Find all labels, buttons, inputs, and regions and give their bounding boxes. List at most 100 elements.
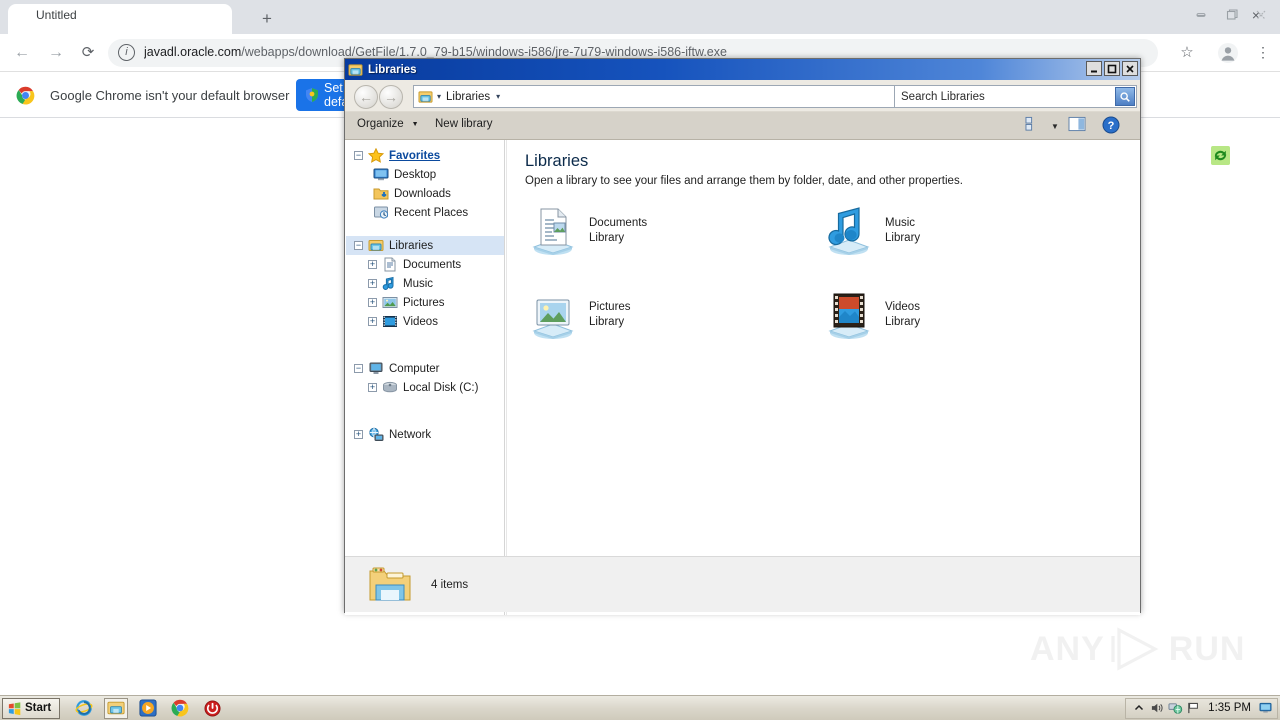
expander-icon[interactable]: + (368, 383, 377, 392)
library-content-pane: Libraries Open a library to see your fil… (506, 140, 1139, 615)
clock[interactable]: 1:35 PM (1208, 702, 1251, 714)
library-item-label: Pictures Library (589, 300, 631, 330)
expander-icon[interactable]: + (368, 279, 377, 288)
explorer-search-box[interactable]: Search Libraries (894, 85, 1137, 108)
chrome-menu-icon[interactable]: ⋮ (1252, 42, 1274, 64)
tree-item-videos[interactable]: + Videos (346, 312, 504, 331)
explorer-body: − Favorites Desktop Downloads Recent Pla… (345, 140, 1140, 615)
infobar-message: Google Chrome isn't your default browser (50, 88, 290, 103)
refresh-icon[interactable] (1211, 146, 1230, 165)
tree-item-libraries[interactable]: − Libraries (346, 236, 504, 255)
music-library-icon (821, 203, 877, 259)
videos-icon (382, 314, 398, 329)
maximize-icon[interactable] (1216, 2, 1246, 28)
library-item-label: Videos Library (885, 300, 920, 330)
help-button[interactable]: ? (1102, 116, 1120, 134)
chrome-logo-icon (16, 86, 35, 105)
tree-item-favorites[interactable]: − Favorites (346, 146, 504, 165)
explorer-forward-icon[interactable]: → (379, 85, 403, 109)
pictures-library-icon (525, 287, 581, 343)
explorer-maximize-icon[interactable] (1104, 61, 1120, 76)
explorer-minimize-icon[interactable] (1086, 61, 1102, 76)
windows-explorer-icon[interactable] (104, 697, 129, 719)
music-icon (382, 276, 398, 291)
show-desktop-icon[interactable] (1257, 700, 1273, 717)
tree-item-network[interactable]: + Network (346, 425, 504, 444)
internet-explorer-icon[interactable] (72, 698, 96, 719)
tree-label: Downloads (394, 187, 451, 200)
computer-icon (368, 361, 384, 376)
expander-icon[interactable]: − (354, 364, 363, 373)
library-item-videos[interactable]: Videos Library (821, 287, 1117, 343)
library-item-music[interactable]: Music Library (821, 203, 1117, 259)
search-icon[interactable] (1115, 87, 1135, 106)
shield-icon (304, 87, 320, 103)
preview-pane-button[interactable] (1068, 116, 1086, 132)
profile-avatar-icon[interactable] (1217, 42, 1239, 64)
close-icon[interactable] (1246, 2, 1276, 28)
library-item-label: Music Library (885, 216, 920, 246)
tree-item-downloads[interactable]: Downloads (346, 184, 504, 203)
organize-button[interactable]: Organize ▼ (357, 118, 419, 130)
expander-icon[interactable]: + (354, 430, 363, 439)
start-button[interactable]: Start (2, 697, 61, 719)
show-hidden-icons-icon[interactable] (1130, 700, 1148, 717)
explorer-title-bar[interactable]: Libraries (345, 59, 1140, 80)
library-item-documents[interactable]: Documents Library (525, 203, 821, 259)
page-title: Libraries (525, 152, 589, 170)
library-grid: Documents Library Music Library Pictures… (525, 203, 1139, 343)
volume-icon[interactable] (1148, 700, 1166, 717)
tree-label: Music (403, 277, 434, 290)
tree-label: Documents (403, 258, 462, 271)
desktop-icon (373, 167, 389, 182)
expander-icon[interactable]: + (368, 317, 377, 326)
tree-item-music[interactable]: + Music (346, 274, 504, 293)
tree-item-computer[interactable]: − Computer (346, 359, 504, 378)
system-tray: 1:35 PM (1125, 697, 1278, 719)
site-info-icon[interactable]: i (118, 44, 135, 61)
shutdown-icon[interactable] (200, 698, 224, 719)
expander-icon[interactable]: + (368, 260, 377, 269)
explorer-close-icon[interactable] (1122, 61, 1138, 76)
breadcrumb-bar[interactable]: ▾ Libraries ▾ ▾ (413, 85, 907, 108)
new-library-button[interactable]: New library (435, 118, 493, 130)
tree-item-pictures[interactable]: + Pictures (346, 293, 504, 312)
breadcrumb-caret-icon[interactable]: ▾ (437, 92, 441, 101)
forward-icon[interactable]: → (46, 43, 66, 63)
watermark-left: ANY (1030, 629, 1105, 668)
reload-icon[interactable]: ⟳ (78, 43, 98, 63)
bookmark-star-icon[interactable]: ☆ (1176, 42, 1198, 64)
breadcrumb-caret2-icon[interactable]: ▾ (496, 92, 500, 101)
back-icon[interactable]: ← (12, 43, 32, 63)
network-tray-icon[interactable] (1166, 700, 1184, 717)
tree-item-local-disk[interactable]: + Local Disk (C:) (346, 378, 504, 397)
chrome-icon[interactable] (168, 698, 192, 719)
expander-icon[interactable]: + (368, 298, 377, 307)
status-item-count: 4 items (431, 578, 469, 591)
tree-label: Computer (389, 362, 440, 375)
change-view-button[interactable]: ▼ (1025, 116, 1059, 137)
downloads-icon (373, 186, 389, 201)
chrome-tab-strip: Untitled × + (0, 0, 1280, 34)
explorer-title: Libraries (368, 63, 417, 76)
action-center-flag-icon[interactable] (1184, 700, 1202, 717)
expander-icon[interactable]: − (354, 241, 363, 250)
expander-icon[interactable]: − (354, 151, 363, 160)
tree-item-recent-places[interactable]: Recent Places (346, 203, 504, 222)
tree-item-desktop[interactable]: Desktop (346, 165, 504, 184)
anyrun-watermark: ANY RUN (1030, 625, 1246, 673)
new-tab-icon[interactable]: + (256, 8, 278, 30)
library-item-pictures[interactable]: Pictures Library (525, 287, 821, 343)
status-libraries-icon (367, 565, 413, 605)
explorer-back-icon[interactable]: ← (354, 85, 378, 109)
breadcrumb-label[interactable]: Libraries (446, 91, 490, 103)
media-player-icon[interactable] (136, 698, 160, 719)
watermark-right: RUN (1168, 629, 1246, 668)
breadcrumb-libraries-icon (418, 90, 433, 104)
minimize-icon[interactable] (1186, 2, 1216, 28)
tree-item-documents[interactable]: + Documents (346, 255, 504, 274)
windows-explorer-window: Libraries ← → ▾ Libraries ▾ Search Libra… (344, 58, 1230, 615)
library-item-kind: Library (589, 232, 625, 244)
